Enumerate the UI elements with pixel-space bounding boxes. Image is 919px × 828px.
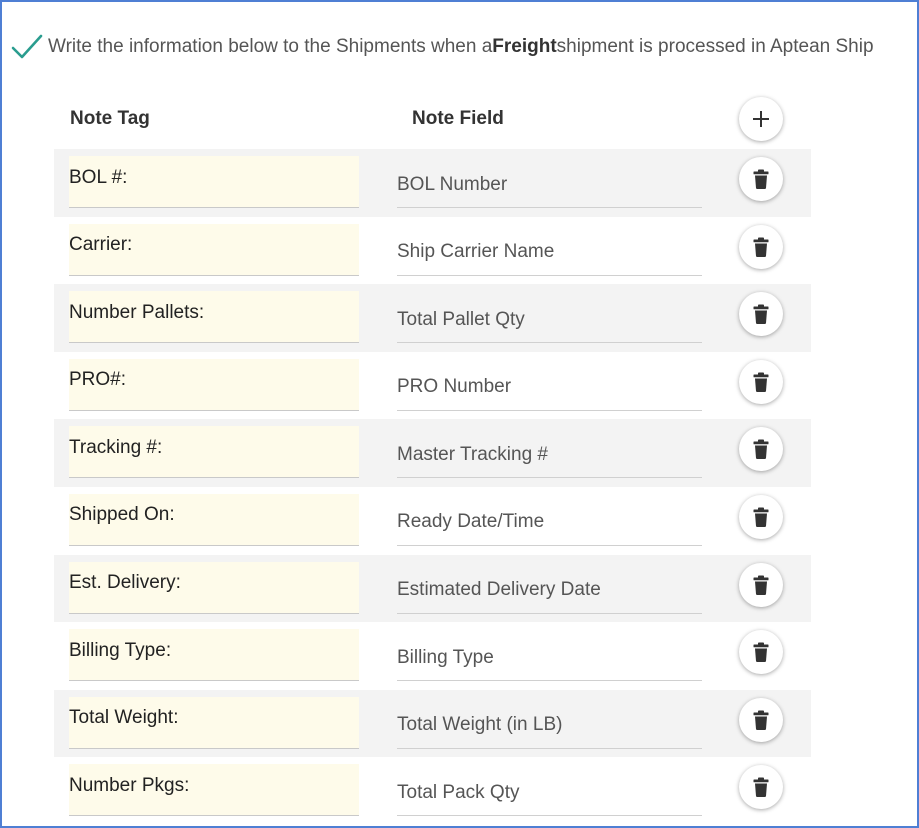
- column-header-note-field: Note Field: [412, 108, 504, 129]
- note-field-value: Total Pallet Qty: [397, 308, 525, 330]
- trash-icon: [753, 372, 769, 392]
- note-tag-input[interactable]: Tracking #:: [69, 426, 359, 479]
- trash-icon: [753, 507, 769, 527]
- note-field-value: Master Tracking #: [397, 443, 548, 465]
- plus-icon: [753, 111, 769, 127]
- note-tag-value: PRO#:: [69, 369, 127, 391]
- note-tag-value: Carrier:: [69, 234, 133, 256]
- note-field-value: Ready Date/Time: [397, 511, 545, 533]
- note-field-value: Total Pack Qty: [397, 781, 520, 803]
- trash-icon: [753, 642, 769, 663]
- note-field-select[interactable]: Billing Type: [397, 629, 702, 682]
- delete-row-button[interactable]: [739, 630, 783, 675]
- note-tag-input[interactable]: Total Weight:: [69, 696, 359, 749]
- note-field-value: Total Weight (in LB): [397, 714, 563, 736]
- note-field-value: Ship Carrier Name: [397, 241, 555, 263]
- note-field-select[interactable]: Ship Carrier Name: [397, 224, 702, 276]
- note-field-select[interactable]: Total Pallet Qty: [397, 291, 702, 344]
- delete-row-button[interactable]: [739, 157, 783, 201]
- note-row: Est. Delivery: Estimated Delivery Date: [54, 554, 811, 623]
- delete-row-button[interactable]: [739, 359, 783, 404]
- note-row: BOL #: BOL Number: [54, 149, 811, 217]
- note-mapping-panel: Write the information below to the Shipm…: [0, 0, 919, 828]
- note-tag-input[interactable]: BOL #:: [69, 156, 359, 208]
- delete-row-button[interactable]: [739, 765, 783, 810]
- trash-icon: [753, 439, 769, 460]
- note-tag-input[interactable]: Shipped On:: [69, 493, 359, 546]
- note-tag-value: Number Pallets:: [69, 301, 205, 323]
- note-field-select[interactable]: Total Weight (in LB): [397, 697, 702, 749]
- header-bold-word: Freight: [492, 36, 557, 57]
- delete-row-button[interactable]: [739, 494, 783, 539]
- note-rows-list: BOL #: BOL Number Carrier: Ship Carrier Nam…: [54, 149, 811, 825]
- note-field-select[interactable]: BOL Number: [397, 156, 702, 208]
- trash-icon: [753, 237, 769, 257]
- note-tag-input[interactable]: Billing Type:: [69, 629, 359, 682]
- note-row: Number Pallets: Total Pallet Qty: [54, 284, 811, 352]
- note-field-select[interactable]: PRO Number: [397, 359, 702, 411]
- note-tag-input[interactable]: Carrier:: [69, 223, 359, 276]
- note-row: Number Pkgs: Total Pack Qty: [54, 757, 811, 825]
- header-text-before: Write the information below to the Shipm…: [48, 36, 493, 57]
- check-icon: [11, 34, 43, 59]
- note-field-select[interactable]: Master Tracking #: [397, 426, 702, 479]
- note-field-select[interactable]: Estimated Delivery Date: [397, 562, 702, 614]
- note-row: Total Weight: Total Weight (in LB): [54, 689, 811, 758]
- note-tag-input[interactable]: Number Pkgs:: [69, 764, 359, 817]
- note-tag-value: Tracking #:: [69, 436, 163, 458]
- note-field-value: PRO Number: [397, 376, 512, 398]
- note-field-select[interactable]: Ready Date/Time: [397, 494, 702, 546]
- delete-row-button[interactable]: [739, 292, 783, 337]
- note-row: Tracking #: Master Tracking #: [54, 419, 811, 487]
- note-tag-input[interactable]: Est. Delivery:: [69, 561, 359, 614]
- trash-icon: [753, 777, 769, 798]
- note-field-select[interactable]: Total Pack Qty: [397, 764, 702, 817]
- delete-row-button[interactable]: [739, 562, 783, 607]
- column-header-note-tag: Note Tag: [70, 108, 150, 129]
- note-tag-value: Billing Type:: [69, 639, 172, 661]
- note-tag-value: Number Pkgs:: [69, 774, 190, 796]
- add-row-button[interactable]: [739, 97, 783, 141]
- delete-row-button[interactable]: [739, 224, 783, 269]
- delete-row-button[interactable]: [739, 697, 783, 742]
- note-tag-input[interactable]: Number Pallets:: [69, 291, 359, 344]
- note-row: Shipped On: Ready Date/Time: [54, 487, 811, 555]
- note-tag-value: Shipped On:: [69, 504, 175, 526]
- note-tag-value: Est. Delivery:: [69, 572, 181, 594]
- note-tag-input[interactable]: PRO#:: [69, 358, 359, 411]
- header-text-after: shipment is processed in Aptean Ship: [556, 36, 874, 57]
- trash-icon: [753, 710, 769, 730]
- note-tag-value: BOL #:: [69, 166, 128, 188]
- note-row: PRO#: PRO Number: [54, 352, 811, 420]
- trash-icon: [753, 169, 769, 189]
- trash-icon: [753, 304, 769, 325]
- trash-icon: [753, 575, 769, 595]
- note-field-value: Estimated Delivery Date: [397, 579, 601, 601]
- note-field-value: BOL Number: [397, 173, 508, 195]
- note-field-value: Billing Type: [397, 646, 494, 668]
- header-description: Write the information below to the Shipm…: [10, 30, 874, 64]
- note-row: Billing Type: Billing Type: [54, 622, 811, 690]
- note-row: Carrier: Ship Carrier Name: [54, 217, 811, 285]
- note-tag-value: Total Weight:: [69, 707, 179, 729]
- delete-row-button[interactable]: [739, 427, 783, 472]
